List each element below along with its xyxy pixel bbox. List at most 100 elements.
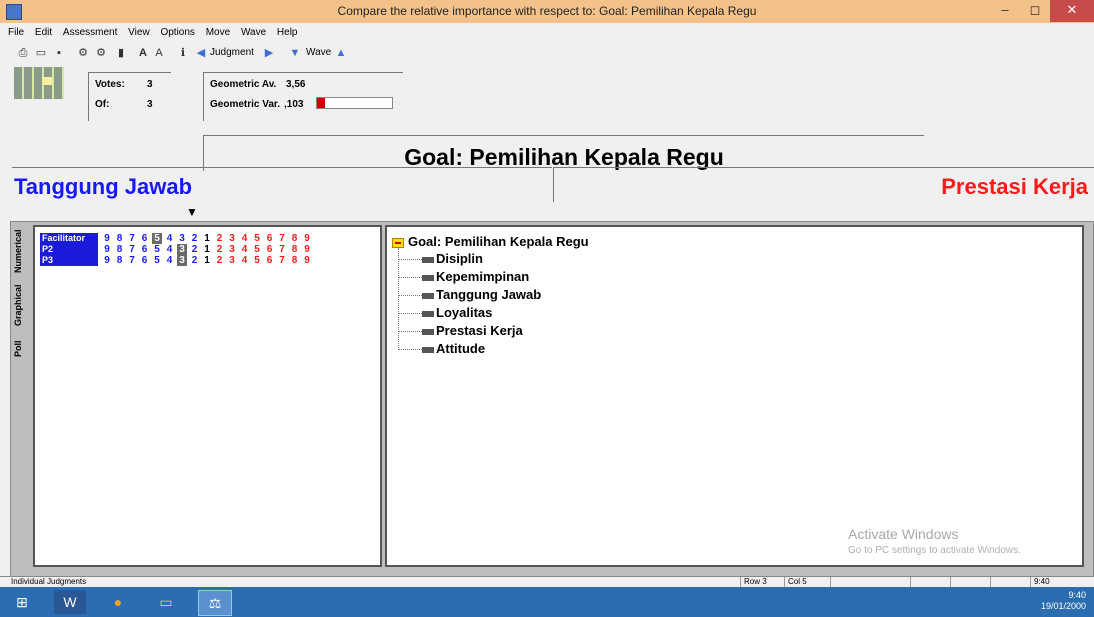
close-button[interactable]: ✕ [1050,0,1094,22]
save-icon[interactable]: ▪ [52,46,66,60]
status-slot [990,577,1030,587]
menu-edit[interactable]: Edit [35,23,52,42]
menu-help[interactable]: Help [277,23,298,42]
cluster-icon[interactable]: ⚙ [94,46,108,60]
print-icon[interactable]: ⎙ [16,46,30,60]
judgment-scale-cell[interactable]: 9 [102,255,112,266]
tree-node[interactable]: Attitude [398,341,485,356]
judgment-scale-cell[interactable]: 5 [152,233,162,244]
judgment-scale-cell[interactable]: 5 [252,244,262,255]
judgment-scale-cell[interactable]: 7 [277,244,287,255]
arrow-right-icon[interactable]: ▶ [262,46,276,60]
file-explorer-icon[interactable]: ▭ [150,590,182,614]
judgment-scale-cell[interactable]: 2 [190,233,200,244]
judgment-scale-cell[interactable]: 9 [302,233,312,244]
judgment-scale-cell[interactable]: 6 [140,244,150,255]
judgment-scale-cell[interactable]: 5 [252,233,262,244]
judgment-scale-cell[interactable]: 6 [265,255,275,266]
judgment-scale-cell[interactable]: 8 [290,244,300,255]
judgment-scale-cell[interactable]: 5 [152,244,162,255]
collapse-icon[interactable] [392,237,404,248]
wave-label[interactable]: Wave [306,47,331,58]
judgment-scale-cell[interactable]: 3 [177,233,187,244]
judgment-scale-cell[interactable]: 5 [252,255,262,266]
judgment-label[interactable]: Judgment [210,47,254,58]
judgment-scale-cell[interactable]: 2 [190,244,200,255]
system-tray[interactable]: 9:40 19/01/2000 [1041,590,1086,612]
judgment-scale-cell[interactable]: 4 [165,255,175,266]
arrow-left-icon[interactable]: ◀ [194,46,208,60]
judgment-scale-cell[interactable]: 9 [102,244,112,255]
tab-graphical[interactable]: Graphical [13,280,29,330]
judgment-scale-cell[interactable]: 7 [127,244,137,255]
judgment-scale-cell[interactable]: 1 [202,255,212,266]
expert-choice-icon[interactable]: ⚖ [198,590,232,616]
judgment-scale-cell[interactable]: 2 [215,233,225,244]
minimize-button[interactable]: – [990,0,1020,22]
judgment-participant[interactable]: Facilitator [40,233,98,244]
tree-node[interactable]: Tanggung Jawab [398,287,541,302]
judgment-scale-cell[interactable]: 2 [190,255,200,266]
judgment-scale-cell[interactable]: 3 [227,244,237,255]
of-value: 3 [147,99,153,110]
judgment-scale-cell[interactable]: 6 [265,233,275,244]
judgment-scale-cell[interactable]: 7 [127,255,137,266]
tab-numerical[interactable]: Numerical [13,226,29,276]
judgment-scale-cell[interactable]: 3 [177,244,187,255]
font-larger-icon[interactable]: A [136,46,150,60]
maximize-button[interactable]: ◻ [1020,0,1050,22]
tree-node[interactable]: Loyalitas [398,305,492,320]
judgment-scale-cell[interactable]: 9 [302,244,312,255]
font-smaller-icon[interactable]: A [152,46,166,60]
judgment-scale-cell[interactable]: 1 [202,244,212,255]
judgment-scale-cell[interactable]: 4 [240,244,250,255]
menu-view[interactable]: View [128,23,150,42]
chrome-icon[interactable]: ● [102,590,134,614]
settings-icon[interactable]: ⚙ [76,46,90,60]
scale-icon[interactable]: ℹ [176,46,190,60]
tab-poll[interactable]: Poll [13,334,29,364]
judgment-scale-cell[interactable]: 2 [215,244,225,255]
judgment-scale-cell[interactable]: 6 [140,255,150,266]
judgment-scale-cell[interactable]: 2 [215,255,225,266]
matrix-icon[interactable] [14,67,64,99]
judgment-scale-cell[interactable]: 3 [227,233,237,244]
judgment-scale-cell[interactable]: 8 [115,255,125,266]
judgment-scale-cell[interactable]: 3 [177,255,187,266]
judgment-scale-cell[interactable]: 4 [240,233,250,244]
judgment-scale-cell[interactable]: 6 [140,233,150,244]
judgment-scale-cell[interactable]: 6 [265,244,275,255]
judgment-scale-cell[interactable]: 4 [165,233,175,244]
menu-wave[interactable]: Wave [241,23,266,42]
book-icon[interactable]: ▮ [114,46,128,60]
judgment-scale-cell[interactable]: 7 [277,255,287,266]
arrow-down-icon[interactable]: ▼ [288,46,302,60]
judgment-participant[interactable]: P2 [40,244,98,255]
judgment-scale-cell[interactable]: 8 [290,233,300,244]
preview-icon[interactable]: ▭ [34,46,48,60]
judgment-scale-cell[interactable]: 1 [202,233,212,244]
menu-assessment[interactable]: Assessment [63,23,117,42]
menu-file[interactable]: File [8,23,24,42]
judgment-scale-cell[interactable]: 9 [302,255,312,266]
judgment-scale-cell[interactable]: 4 [165,244,175,255]
arrow-up-icon[interactable]: ▲ [334,46,348,60]
judgment-scale-cell[interactable]: 5 [152,255,162,266]
judgment-scale-cell[interactable]: 7 [127,233,137,244]
judgment-scale-cell[interactable]: 9 [102,233,112,244]
tree-node[interactable]: Prestasi Kerja [398,323,523,338]
judgment-scale-cell[interactable]: 3 [227,255,237,266]
start-icon[interactable]: ⊞ [6,590,38,614]
word-icon[interactable]: W [54,590,86,614]
judgment-scale-cell[interactable]: 8 [115,233,125,244]
menu-options[interactable]: Options [160,23,194,42]
judgment-scale-cell[interactable]: 8 [115,244,125,255]
judgment-scale-cell[interactable]: 7 [277,233,287,244]
judgment-participant[interactable]: P3 [40,255,98,266]
judgment-scale-cell[interactable]: 8 [290,255,300,266]
menu-move[interactable]: Move [206,23,230,42]
tree-node[interactable]: Kepemimpinan [398,269,529,284]
tree-node[interactable]: Disiplin [398,251,483,266]
judgment-scale-cell[interactable]: 4 [240,255,250,266]
tree-root[interactable]: Goal: Pemilihan Kepala Regu [392,234,589,249]
